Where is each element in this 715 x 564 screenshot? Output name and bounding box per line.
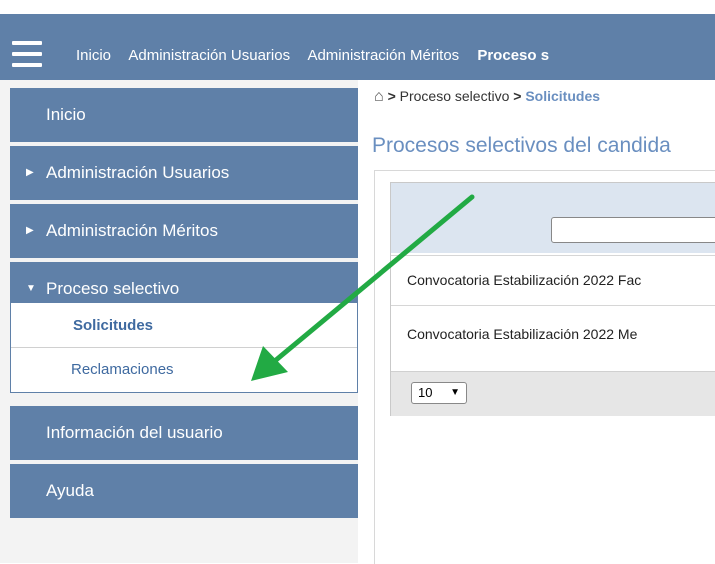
page-size-value: 10 [418,385,433,400]
page-size-select[interactable]: 10 ▼ [411,382,467,404]
submenu-divider [11,347,357,348]
nav-link-inicio[interactable]: Inicio [76,47,111,64]
submenu-item-reclamaciones[interactable]: Reclamaciones [71,361,174,378]
sidebar-item-ayuda[interactable]: Ayuda [10,464,358,518]
table-row[interactable]: Convocatoria Estabilización 2022 Fac [391,255,715,306]
sidebar-item-administracion-usuarios[interactable]: ▶ Administración Usuarios [10,146,358,200]
hamburger-menu-icon[interactable] [12,41,42,67]
sidebar-item-label: Ayuda [46,481,94,500]
chevron-down-icon: ▼ [450,387,460,398]
triangle-right-icon: ▶ [26,225,34,236]
page-title: Procesos selectivos del candida [372,134,671,157]
breadcrumb-separator: > [513,88,522,104]
table-footer: 10 ▼ [391,371,715,416]
sidebar-item-label: Información del usuario [46,423,223,442]
breadcrumb-separator: > [387,88,396,104]
nav-link-administracion-meritos[interactable]: Administración Méritos [307,47,459,64]
breadcrumb-current: Solicitudes [525,88,601,104]
nav-link-administracion-usuarios[interactable]: Administración Usuarios [128,47,290,64]
breadcrumb: ⌂ > Proceso selectivo > Solicitudes [374,88,600,106]
sidebar-item-label: Administración Méritos [46,221,218,240]
table-cell: Convocatoria Estabilización 2022 Fac [407,272,642,288]
submenu-item-solicitudes[interactable]: Solicitudes [73,317,153,334]
top-nav-links: Inicio Administración Usuarios Administr… [76,47,563,64]
table-cell: Convocatoria Estabilización 2022 Me [407,326,638,342]
sidebar-item-inicio[interactable]: Inicio [10,88,358,142]
top-navbar: Inicio Administración Usuarios Administr… [0,14,715,80]
triangle-right-icon: ▶ [26,167,34,178]
top-margin [0,0,715,14]
sidebar-item-label: Administración Usuarios [46,163,230,182]
results-table: Convocatoria Estabilización 2022 Fac Con… [390,182,715,416]
home-icon[interactable]: ⌂ [374,88,384,105]
table-row[interactable]: Convocatoria Estabilización 2022 Me [391,305,715,370]
sidebar-item-label: Inicio [46,105,86,124]
nav-link-proceso-selectivo[interactable]: Proceso s [477,47,549,64]
breadcrumb-item-proceso-selectivo[interactable]: Proceso selectivo [400,88,510,104]
sidebar-item-informacion-usuario[interactable]: Información del usuario [10,406,358,460]
table-header [391,183,715,253]
filter-input[interactable] [551,217,715,243]
submenu-proceso-selectivo: Solicitudes Reclamaciones [10,303,358,393]
sidebar-item-administracion-meritos[interactable]: ▶ Administración Méritos [10,204,358,258]
